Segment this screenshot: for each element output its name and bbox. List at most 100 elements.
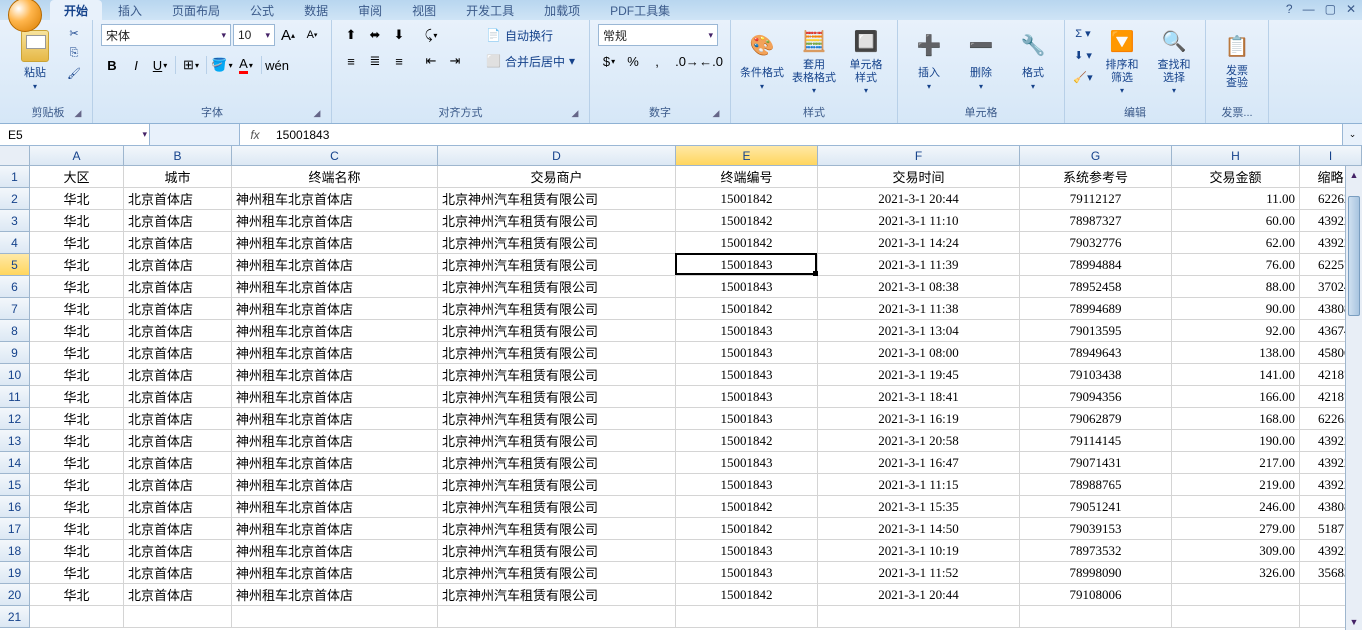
row-header-13[interactable]: 13 [0, 430, 30, 452]
paste-button[interactable]: 粘贴 ▾ [12, 24, 58, 96]
increase-font-button[interactable]: A▴ [277, 24, 299, 46]
sort-filter-button[interactable]: 🔽排序和 筛选▾ [1099, 24, 1145, 96]
minimize-icon[interactable]: — [1303, 2, 1315, 16]
cell[interactable]: 15001843 [676, 452, 818, 474]
select-all-corner[interactable] [0, 146, 30, 166]
cell[interactable]: 15001843 [676, 276, 818, 298]
cell[interactable]: 交易商户 [438, 166, 676, 188]
cell[interactable]: 北京神州汽车租赁有限公司 [438, 474, 676, 496]
cell[interactable]: 北京首体店 [124, 474, 232, 496]
cell[interactable] [818, 606, 1020, 628]
cell[interactable]: 北京神州汽车租赁有限公司 [438, 518, 676, 540]
cell[interactable]: 2021-3-1 20:44 [818, 584, 1020, 606]
cell[interactable]: 78998090 [1020, 562, 1172, 584]
cell[interactable]: 北京首体店 [124, 496, 232, 518]
cell[interactable] [1172, 584, 1300, 606]
cell[interactable]: 78988765 [1020, 474, 1172, 496]
tab-8[interactable]: 加载项 [530, 0, 594, 20]
cell[interactable]: 华北 [30, 540, 124, 562]
cell[interactable]: 90.00 [1172, 298, 1300, 320]
cell[interactable]: 15001843 [676, 254, 818, 276]
row-header-15[interactable]: 15 [0, 474, 30, 496]
row-header-20[interactable]: 20 [0, 584, 30, 606]
cell[interactable]: 79103438 [1020, 364, 1172, 386]
cell[interactable]: 北京首体店 [124, 540, 232, 562]
row-header-11[interactable]: 11 [0, 386, 30, 408]
cell[interactable]: 北京神州汽车租赁有限公司 [438, 562, 676, 584]
cell[interactable]: 北京首体店 [124, 298, 232, 320]
cell[interactable]: 2021-3-1 11:38 [818, 298, 1020, 320]
font-size-combo[interactable]: 10▾ [233, 24, 275, 46]
delete-cells-button[interactable]: ➖删除▾ [958, 24, 1004, 96]
col-header-I[interactable]: I [1300, 146, 1362, 166]
cell[interactable]: 北京神州汽车租赁有限公司 [438, 188, 676, 210]
cell[interactable]: 88.00 [1172, 276, 1300, 298]
cell[interactable]: 2021-3-1 16:47 [818, 452, 1020, 474]
cell[interactable]: 北京首体店 [124, 276, 232, 298]
cell[interactable]: 华北 [30, 430, 124, 452]
percent-button[interactable]: % [622, 50, 644, 72]
cell[interactable]: 北京神州汽车租赁有限公司 [438, 276, 676, 298]
row-header-16[interactable]: 16 [0, 496, 30, 518]
cell[interactable]: 华北 [30, 342, 124, 364]
cell[interactable]: 2021-3-1 08:38 [818, 276, 1020, 298]
align-top-button[interactable]: ⬆ [340, 24, 362, 46]
cell[interactable]: 神州租车北京首体店 [232, 364, 438, 386]
increase-indent-button[interactable]: ⇥ [444, 50, 466, 72]
merge-center-button[interactable]: ⬜ 合并后居中 ▾ [480, 50, 581, 72]
cell[interactable]: 15001842 [676, 188, 818, 210]
cell[interactable]: 北京神州汽车租赁有限公司 [438, 298, 676, 320]
restore-icon[interactable]: ▢ [1325, 2, 1336, 16]
cell[interactable]: 60.00 [1172, 210, 1300, 232]
row-header-6[interactable]: 6 [0, 276, 30, 298]
formula-input[interactable]: 15001843 [270, 128, 1342, 142]
decrease-indent-button[interactable]: ⇤ [420, 50, 442, 72]
tab-3[interactable]: 公式 [236, 0, 288, 20]
comma-button[interactable]: , [646, 50, 668, 72]
cell[interactable]: 15001842 [676, 430, 818, 452]
cell[interactable]: 326.00 [1172, 562, 1300, 584]
cell[interactable]: 190.00 [1172, 430, 1300, 452]
align-right-button[interactable]: ≡ [388, 50, 410, 72]
cell[interactable]: 神州租车北京首体店 [232, 584, 438, 606]
cell[interactable]: 北京神州汽车租赁有限公司 [438, 408, 676, 430]
cell[interactable]: 北京首体店 [124, 342, 232, 364]
cell[interactable] [30, 606, 124, 628]
cell[interactable]: 15001843 [676, 342, 818, 364]
cell[interactable]: 北京首体店 [124, 254, 232, 276]
cell[interactable]: 终端编号 [676, 166, 818, 188]
cell[interactable]: 246.00 [1172, 496, 1300, 518]
wrap-text-button[interactable]: 📄 自动换行 [480, 24, 581, 46]
help-icon[interactable]: ? [1286, 2, 1293, 16]
font-dialog-launcher[interactable]: ◢ [311, 108, 323, 120]
cell[interactable]: 神州租车北京首体店 [232, 254, 438, 276]
expand-formula-bar[interactable]: ⌄ [1342, 124, 1362, 145]
cell[interactable] [124, 606, 232, 628]
cell[interactable]: 北京首体店 [124, 364, 232, 386]
cell[interactable]: 79114145 [1020, 430, 1172, 452]
cell[interactable]: 15001843 [676, 474, 818, 496]
cell[interactable]: 北京首体店 [124, 562, 232, 584]
cell[interactable]: 华北 [30, 474, 124, 496]
orientation-button[interactable]: ⤹ [420, 24, 442, 46]
clear-button[interactable]: 🧹▾ [1073, 68, 1093, 86]
cell[interactable]: 2021-3-1 10:19 [818, 540, 1020, 562]
cell[interactable]: 15001843 [676, 562, 818, 584]
cell[interactable]: 华北 [30, 298, 124, 320]
cell[interactable]: 79051241 [1020, 496, 1172, 518]
scroll-down-arrow[interactable]: ▼ [1346, 613, 1362, 630]
cell[interactable]: 华北 [30, 496, 124, 518]
row-header-4[interactable]: 4 [0, 232, 30, 254]
cell[interactable]: 北京神州汽车租赁有限公司 [438, 364, 676, 386]
col-header-B[interactable]: B [124, 146, 232, 166]
align-bottom-button[interactable]: ⬇ [388, 24, 410, 46]
cell[interactable]: 15001842 [676, 232, 818, 254]
cell[interactable]: 78973532 [1020, 540, 1172, 562]
fx-button[interactable]: fx [240, 128, 270, 142]
cell[interactable]: 神州租车北京首体店 [232, 540, 438, 562]
cell[interactable]: 2021-3-1 15:35 [818, 496, 1020, 518]
cell[interactable]: 309.00 [1172, 540, 1300, 562]
tab-4[interactable]: 数据 [290, 0, 342, 20]
cell[interactable]: 神州租车北京首体店 [232, 408, 438, 430]
alignment-dialog-launcher[interactable]: ◢ [569, 108, 581, 120]
